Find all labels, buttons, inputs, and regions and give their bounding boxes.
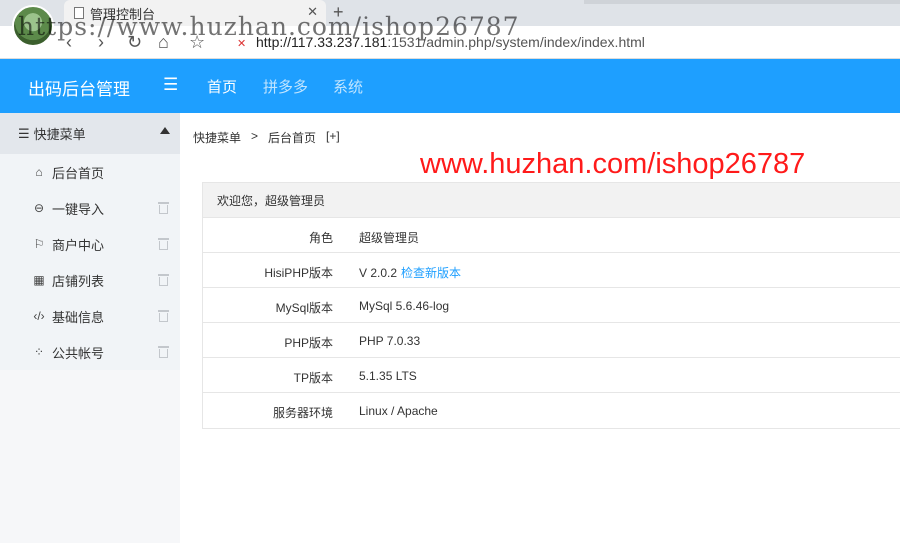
sidebar-item-basic-info[interactable]: ‹/› 基础信息 xyxy=(0,298,180,334)
trash-icon[interactable] xyxy=(158,274,169,286)
tab-close-icon[interactable]: ✕ xyxy=(307,4,318,20)
home-icon[interactable]: ⌂ xyxy=(158,31,169,53)
breadcrumb: 快捷菜单 > 后台首页 [+] xyxy=(193,129,340,146)
info-value: MySql 5.6.46-log xyxy=(359,299,450,313)
window-strip xyxy=(584,0,900,4)
topnav-pinduoduo[interactable]: 拼多多 xyxy=(263,76,308,97)
info-row: TP版本 5.1.35 LTS xyxy=(203,358,900,393)
home-icon: ⌂ xyxy=(35,165,43,179)
topnav-system[interactable]: 系统 xyxy=(333,76,363,97)
profile-avatar[interactable] xyxy=(12,5,54,47)
add-shortcut-button[interactable]: [+] xyxy=(326,129,340,146)
sidebar-item-label: 店铺列表 xyxy=(52,273,105,289)
sidebar-group-header[interactable]: ☰ 快捷菜单 xyxy=(0,113,180,154)
import-icon: ⊖ xyxy=(33,201,45,215)
bookmark-star-icon[interactable]: ☆ xyxy=(189,31,205,53)
info-row: MySql版本 MySql 5.6.46-log xyxy=(203,288,900,323)
tab-title: 管理控制台 xyxy=(90,6,156,22)
info-value: Linux / Apache xyxy=(359,404,438,418)
trash-icon[interactable] xyxy=(158,346,169,358)
info-row: 服务器环境 Linux / Apache xyxy=(203,393,900,428)
info-key: HisiPHP版本 xyxy=(264,266,333,280)
sidebar-item-home[interactable]: ⌂ 后台首页 xyxy=(0,154,180,190)
sidebar-title: 快捷菜单 xyxy=(33,127,86,142)
info-row: 角色 超级管理员 xyxy=(203,218,900,253)
new-tab-icon[interactable]: + xyxy=(333,2,344,23)
info-value-group: V 2.0.2 检查新版本 xyxy=(359,264,461,281)
sidebar-item-label: 商户中心 xyxy=(52,237,105,253)
info-key: PHP版本 xyxy=(284,336,333,350)
app-logo[interactable]: 出码后台管理 xyxy=(28,75,130,100)
info-row: PHP版本 PHP 7.0.33 xyxy=(203,323,900,358)
sidebar-item-shops[interactable]: ▦ 店铺列表 xyxy=(0,262,180,298)
caret-up-icon xyxy=(160,127,170,134)
grid-icon: ▦ xyxy=(33,273,45,287)
info-value: 5.1.35 LTS xyxy=(359,369,417,383)
insecure-icon[interactable]: ✕ xyxy=(237,37,246,50)
page-icon xyxy=(74,7,84,19)
panel-title: 欢迎您，超级管理员 xyxy=(203,183,900,218)
code-icon: ‹/› xyxy=(33,309,45,323)
breadcrumb-item[interactable]: 快捷菜单 xyxy=(193,129,241,146)
breadcrumb-separator: > xyxy=(251,129,259,143)
flag-icon: ⚐ xyxy=(33,237,45,251)
browser-tab[interactable]: 管理控制台 ✕ xyxy=(64,0,326,26)
list-icon: ☰ xyxy=(18,125,30,141)
trash-icon[interactable] xyxy=(158,202,169,214)
forward-icon[interactable]: › xyxy=(98,31,104,53)
info-value: PHP 7.0.33 xyxy=(359,334,421,348)
info-key: TP版本 xyxy=(293,371,333,385)
info-value: 超级管理员 xyxy=(359,231,420,245)
sidebar-item-label: 一键导入 xyxy=(52,201,105,217)
overlay-watermark: www.huzhan.com/ishop26787 xyxy=(420,148,806,180)
trash-icon[interactable] xyxy=(158,310,169,322)
sidebar-item-label: 基础信息 xyxy=(52,309,105,325)
menu-toggle-icon[interactable]: ☰ xyxy=(163,75,178,95)
system-info-panel: 欢迎您，超级管理员 角色 超级管理员 HisiPHP版本 V 2.0.2 检查新版… xyxy=(202,182,900,429)
topnav-home[interactable]: 首页 xyxy=(207,76,237,97)
browser-chrome: 管理控制台 ✕ + ‹ › ↻ ⌂ ☆ ✕ http://117.33.237.… xyxy=(0,0,900,59)
info-key: MySql版本 xyxy=(275,301,333,315)
breadcrumb-item[interactable]: 后台首页 xyxy=(268,129,316,146)
info-value: V 2.0.2 xyxy=(359,266,398,280)
address-input[interactable]: http://117.33.237.181:1531/admin.php/sys… xyxy=(256,34,645,50)
sidebar-item-merchant[interactable]: ⚐ 商户中心 xyxy=(0,226,180,262)
info-key: 服务器环境 xyxy=(272,406,333,420)
reload-icon[interactable]: ↻ xyxy=(127,31,142,53)
sidebar-item-accounts[interactable]: ⁘ 公共帐号 xyxy=(0,334,180,370)
info-key: 角色 xyxy=(308,231,333,245)
app-header: 出码后台管理 ☰ 首页 拼多多 系统 xyxy=(0,59,900,113)
sidebar-item-label: 公共帐号 xyxy=(52,345,105,361)
check-update-link[interactable]: 检查新版本 xyxy=(401,266,461,280)
info-row: HisiPHP版本 V 2.0.2 检查新版本 xyxy=(203,253,900,288)
apps-icon: ⁘ xyxy=(33,345,45,359)
sidebar-item-label: 后台首页 xyxy=(52,165,105,181)
sidebar-empty-area xyxy=(0,370,180,543)
back-icon[interactable]: ‹ xyxy=(66,31,72,53)
sidebar: ☰ 快捷菜单 ⌂ 后台首页 ⊖ 一键导入 ⚐ 商户中心 ▦ 店铺列表 ‹/› 基… xyxy=(0,113,180,543)
sidebar-list: ⌂ 后台首页 ⊖ 一键导入 ⚐ 商户中心 ▦ 店铺列表 ‹/› 基础信息 ⁘ 公… xyxy=(0,154,180,370)
sidebar-item-import[interactable]: ⊖ 一键导入 xyxy=(0,190,180,226)
trash-icon[interactable] xyxy=(158,238,169,250)
address-bar-row: ‹ › ↻ ⌂ ☆ ✕ http://117.33.237.181:1531/a… xyxy=(0,26,900,59)
